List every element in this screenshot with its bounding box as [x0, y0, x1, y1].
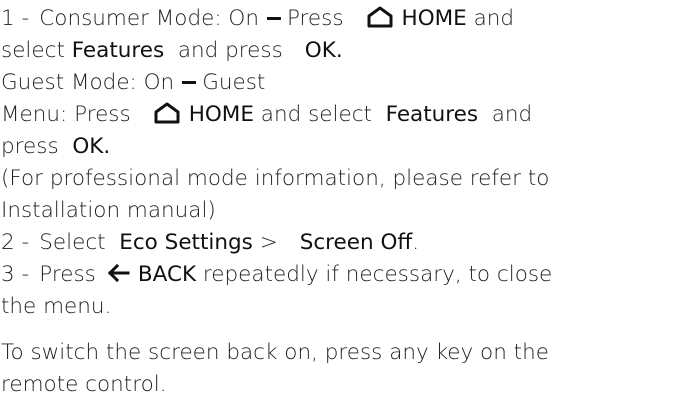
press-text: Press: [286, 6, 344, 31]
press-text: press: [1, 134, 59, 159]
menu-line-1: Menu: Press HOME and select Features and: [1, 99, 532, 131]
guest-mode-line: Guest Mode: On Guest: [1, 67, 265, 99]
select-text: select: [1, 38, 65, 63]
footer-text-2: remote control.: [1, 372, 167, 397]
period-text: .: [412, 230, 420, 255]
dash-separator: [182, 80, 197, 84]
dash-separator: [266, 16, 281, 20]
home-icon: [366, 6, 394, 28]
professional-note-line-1: (For professional mode information, plea…: [1, 163, 549, 195]
consumer-mode-text: Consumer Mode: On: [39, 6, 259, 31]
screen-off-label: Screen Off: [299, 230, 413, 255]
step-2-number: 2 -: [1, 230, 30, 255]
menu-press-text: Menu: Press: [1, 102, 131, 127]
home-key-label: HOME: [401, 6, 467, 31]
step-1-line-1: 1 - Consumer Mode: On Press HOME and: [1, 3, 514, 35]
and-select-text: and select: [260, 102, 372, 127]
and-text: and: [473, 6, 515, 31]
footer-line-2: remote control.: [1, 369, 167, 401]
select-text: Select: [39, 230, 106, 255]
press-text: Press: [39, 262, 96, 287]
ok-key-label: OK.: [304, 38, 343, 63]
back-key-label: BACK: [137, 262, 197, 287]
footer-text-1: To switch the screen back on, press any …: [1, 340, 549, 365]
professional-note-line-2: Installation manual): [1, 195, 216, 227]
step-2-line: 2 - Select Eco Settings > Screen Off.: [1, 227, 419, 259]
step-3-line-1: 3 - Press BACK repeatedly if necessary, to…: [1, 259, 552, 291]
features-label: Features: [385, 102, 479, 127]
close-menu-text: the menu.: [1, 294, 112, 319]
home-key-label: HOME: [188, 102, 254, 127]
step-3-line-2: the menu.: [1, 291, 111, 323]
back-arrow-icon: [106, 263, 130, 283]
guest-text: Guest: [202, 70, 266, 95]
and-press-text: and press: [177, 38, 283, 63]
menu-line-2: press OK.: [1, 131, 110, 163]
ok-key-label: OK.: [72, 134, 111, 159]
step-1-number: 1 -: [1, 6, 30, 31]
breadcrumb-separator: >: [259, 230, 278, 255]
professional-note-text-1: (For professional mode information, plea…: [1, 166, 550, 191]
step-1-line-2: select Features and press OK.: [1, 35, 343, 67]
guest-mode-text: Guest Mode: On: [1, 70, 175, 95]
professional-note-text-2: Installation manual): [1, 198, 216, 223]
and-text: and: [491, 102, 533, 127]
home-icon: [153, 102, 181, 124]
features-label: Features: [71, 38, 165, 63]
repeatedly-text: repeatedly if necessary, to close: [202, 262, 553, 287]
step-3-number: 3 -: [1, 262, 30, 287]
footer-line-1: To switch the screen back on, press any …: [1, 337, 549, 369]
eco-settings-label: Eco Settings: [119, 230, 253, 255]
